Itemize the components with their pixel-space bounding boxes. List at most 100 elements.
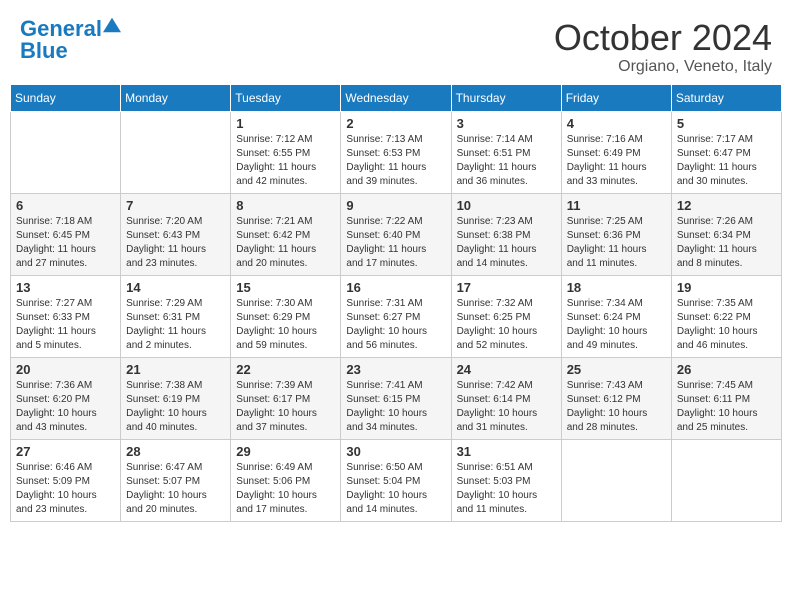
- weekday-thursday: Thursday: [451, 84, 561, 111]
- day-number: 13: [16, 280, 115, 295]
- calendar-week-3: 13 Sunrise: 7:27 AMSunset: 6:33 PMDayligh…: [11, 275, 782, 357]
- day-info: Sunrise: 7:41 AMSunset: 6:15 PMDaylight:…: [346, 379, 445, 435]
- calendar-cell: 29 Sunrise: 6:49 AMSunset: 5:06 PMDayligh…: [231, 439, 341, 521]
- calendar-cell: 22 Sunrise: 7:39 AMSunset: 6:17 PMDayligh…: [231, 357, 341, 439]
- day-info: Sunrise: 6:46 AMSunset: 5:09 PMDaylight:…: [16, 461, 115, 517]
- day-info: Sunrise: 6:47 AMSunset: 5:07 PMDaylight:…: [126, 461, 225, 517]
- day-info: Sunrise: 7:35 AMSunset: 6:22 PMDaylight:…: [677, 297, 776, 353]
- day-number: 24: [457, 362, 556, 377]
- day-info: Sunrise: 7:45 AMSunset: 6:11 PMDaylight:…: [677, 379, 776, 435]
- calendar-cell: 20 Sunrise: 7:36 AMSunset: 6:20 PMDayligh…: [11, 357, 121, 439]
- calendar-cell: 5 Sunrise: 7:17 AMSunset: 6:47 PMDaylight…: [671, 111, 781, 193]
- weekday-header-row: SundayMondayTuesdayWednesdayThursdayFrid…: [11, 84, 782, 111]
- calendar-cell: 30Sunrise: 6:50 AMSunset: 5:04 PMDayligh…: [341, 439, 451, 521]
- day-info: Sunrise: 7:43 AMSunset: 6:12 PMDaylight:…: [567, 379, 666, 435]
- calendar-cell: 3Sunrise: 7:14 AMSunset: 6:51 PMDaylight…: [451, 111, 561, 193]
- day-number: 11: [567, 198, 666, 213]
- calendar-cell: 8 Sunrise: 7:21 AMSunset: 6:42 PMDaylight…: [231, 193, 341, 275]
- day-info: Sunrise: 7:34 AMSunset: 6:24 PMDaylight:…: [567, 297, 666, 353]
- day-number: 8: [236, 198, 335, 213]
- day-info: Sunrise: 7:12 AMSunset: 6:55 PMDaylight:…: [236, 133, 335, 189]
- calendar-cell: 25 Sunrise: 7:43 AMSunset: 6:12 PMDayligh…: [561, 357, 671, 439]
- day-number: 14: [126, 280, 225, 295]
- calendar-cell: 31 Sunrise: 6:51 AMSunset: 5:03 PMDayligh…: [451, 439, 561, 521]
- calendar-table: SundayMondayTuesdayWednesdayThursdayFrid…: [10, 84, 782, 522]
- calendar-cell: 7Sunrise: 7:20 AMSunset: 6:43 PMDaylight…: [121, 193, 231, 275]
- weekday-saturday: Saturday: [671, 84, 781, 111]
- day-number: 19: [677, 280, 776, 295]
- calendar-cell: 24 Sunrise: 7:42 AMSunset: 6:14 PMDayligh…: [451, 357, 561, 439]
- day-info: Sunrise: 7:13 AMSunset: 6:53 PMDaylight:…: [346, 133, 445, 189]
- day-info: Sunrise: 6:51 AMSunset: 5:03 PMDaylight:…: [457, 461, 556, 517]
- day-number: 17: [457, 280, 556, 295]
- day-info: Sunrise: 7:22 AMSunset: 6:40 PMDaylight:…: [346, 215, 445, 271]
- calendar-week-1: 1 Sunrise: 7:12 AMSunset: 6:55 PMDaylight…: [11, 111, 782, 193]
- weekday-friday: Friday: [561, 84, 671, 111]
- calendar-cell: 17Sunrise: 7:32 AMSunset: 6:25 PMDayligh…: [451, 275, 561, 357]
- title-block: October 2024 Orgiano, Veneto, Italy: [554, 18, 772, 76]
- day-info: Sunrise: 7:39 AMSunset: 6:17 PMDaylight:…: [236, 379, 335, 435]
- calendar-cell: 26 Sunrise: 7:45 AMSunset: 6:11 PMDayligh…: [671, 357, 781, 439]
- day-number: 28: [126, 444, 225, 459]
- day-number: 23: [346, 362, 445, 377]
- day-info: Sunrise: 7:25 AMSunset: 6:36 PMDaylight:…: [567, 215, 666, 271]
- day-number: 6: [16, 198, 115, 213]
- calendar-cell: [561, 439, 671, 521]
- calendar-cell: 23 Sunrise: 7:41 AMSunset: 6:15 PMDayligh…: [341, 357, 451, 439]
- day-number: 25: [567, 362, 666, 377]
- calendar-header: SundayMondayTuesdayWednesdayThursdayFrid…: [11, 84, 782, 111]
- calendar-cell: 9Sunrise: 7:22 AMSunset: 6:40 PMDaylight…: [341, 193, 451, 275]
- day-number: 10: [457, 198, 556, 213]
- day-number: 30: [346, 444, 445, 459]
- day-number: 12: [677, 198, 776, 213]
- day-info: Sunrise: 7:14 AMSunset: 6:51 PMDaylight:…: [457, 133, 556, 189]
- calendar-body: 1 Sunrise: 7:12 AMSunset: 6:55 PMDaylight…: [11, 111, 782, 521]
- day-number: 15: [236, 280, 335, 295]
- calendar-cell: 4Sunrise: 7:16 AMSunset: 6:49 PMDaylight…: [561, 111, 671, 193]
- day-number: 2: [346, 116, 445, 131]
- day-number: 1: [236, 116, 335, 131]
- day-info: Sunrise: 7:42 AMSunset: 6:14 PMDaylight:…: [457, 379, 556, 435]
- day-number: 5: [677, 116, 776, 131]
- calendar-week-5: 27 Sunrise: 6:46 AMSunset: 5:09 PMDayligh…: [11, 439, 782, 521]
- day-number: 20: [16, 362, 115, 377]
- weekday-monday: Monday: [121, 84, 231, 111]
- calendar-cell: [671, 439, 781, 521]
- day-number: 29: [236, 444, 335, 459]
- day-number: 22: [236, 362, 335, 377]
- day-info: Sunrise: 7:21 AMSunset: 6:42 PMDaylight:…: [236, 215, 335, 271]
- day-info: Sunrise: 7:26 AMSunset: 6:34 PMDaylight:…: [677, 215, 776, 271]
- day-info: Sunrise: 6:49 AMSunset: 5:06 PMDaylight:…: [236, 461, 335, 517]
- day-info: Sunrise: 7:38 AMSunset: 6:19 PMDaylight:…: [126, 379, 225, 435]
- calendar-week-2: 6Sunrise: 7:18 AMSunset: 6:45 PMDaylight…: [11, 193, 782, 275]
- logo-icon: [103, 16, 121, 34]
- day-number: 27: [16, 444, 115, 459]
- logo: General Blue: [20, 18, 121, 62]
- day-info: Sunrise: 7:36 AMSunset: 6:20 PMDaylight:…: [16, 379, 115, 435]
- calendar-cell: 13 Sunrise: 7:27 AMSunset: 6:33 PMDayligh…: [11, 275, 121, 357]
- location-text: Orgiano, Veneto, Italy: [554, 58, 772, 76]
- weekday-wednesday: Wednesday: [341, 84, 451, 111]
- day-number: 31: [457, 444, 556, 459]
- day-number: 16: [346, 280, 445, 295]
- day-info: Sunrise: 7:30 AMSunset: 6:29 PMDaylight:…: [236, 297, 335, 353]
- calendar-cell: 14Sunrise: 7:29 AMSunset: 6:31 PMDayligh…: [121, 275, 231, 357]
- day-number: 26: [677, 362, 776, 377]
- day-info: Sunrise: 7:17 AMSunset: 6:47 PMDaylight:…: [677, 133, 776, 189]
- calendar-cell: 6Sunrise: 7:18 AMSunset: 6:45 PMDaylight…: [11, 193, 121, 275]
- calendar-cell: 12 Sunrise: 7:26 AMSunset: 6:34 PMDayligh…: [671, 193, 781, 275]
- calendar-cell: 27 Sunrise: 6:46 AMSunset: 5:09 PMDayligh…: [11, 439, 121, 521]
- page-header: General Blue October 2024 Orgiano, Venet…: [10, 10, 782, 84]
- calendar-cell: 2 Sunrise: 7:13 AMSunset: 6:53 PMDaylight…: [341, 111, 451, 193]
- calendar-cell: 10 Sunrise: 7:23 AMSunset: 6:38 PMDayligh…: [451, 193, 561, 275]
- day-info: Sunrise: 7:23 AMSunset: 6:38 PMDaylight:…: [457, 215, 556, 271]
- calendar-cell: 1 Sunrise: 7:12 AMSunset: 6:55 PMDaylight…: [231, 111, 341, 193]
- calendar-cell: 28 Sunrise: 6:47 AMSunset: 5:07 PMDayligh…: [121, 439, 231, 521]
- day-info: Sunrise: 7:27 AMSunset: 6:33 PMDaylight:…: [16, 297, 115, 353]
- month-title: October 2024: [554, 18, 772, 58]
- calendar-cell: [11, 111, 121, 193]
- calendar-cell: 16Sunrise: 7:31 AMSunset: 6:27 PMDayligh…: [341, 275, 451, 357]
- calendar-cell: 15 Sunrise: 7:30 AMSunset: 6:29 PMDayligh…: [231, 275, 341, 357]
- logo-text: General: [20, 18, 102, 40]
- calendar-cell: 21Sunrise: 7:38 AMSunset: 6:19 PMDayligh…: [121, 357, 231, 439]
